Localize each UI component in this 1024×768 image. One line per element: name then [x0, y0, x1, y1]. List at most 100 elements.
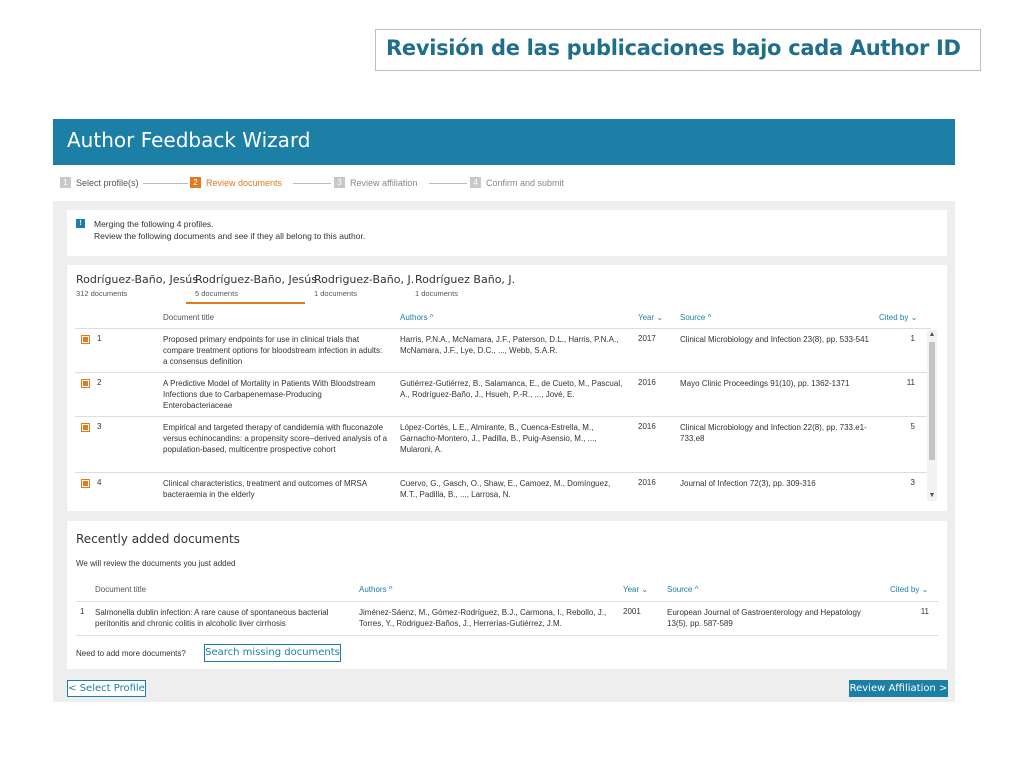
step-number: 3: [334, 177, 345, 188]
slide-title-box: Revisión de las publicaciones bajo cada …: [375, 29, 981, 71]
recent-row-authors: Jiménez-Sáenz, M., Gómez-Rodríguez, B.J.…: [359, 608, 607, 628]
row-title: Clinical characteristics, treatment and …: [163, 479, 367, 499]
recent-row-number: 1: [80, 607, 85, 616]
profile-tab-1[interactable]: Rodríguez-Baño, Jesús 312 documents: [76, 273, 198, 298]
step-label: Review documents: [206, 177, 283, 188]
recent-row-cited: 11: [920, 607, 929, 616]
row-number: 4: [97, 478, 102, 487]
wizard-title: Author Feedback Wizard: [67, 128, 311, 152]
step-number: 2: [190, 177, 201, 188]
step-select-profiles[interactable]: 1 Select profile(s): [60, 177, 139, 188]
step-number: 4: [470, 177, 481, 188]
recent-row-divider: [76, 635, 938, 636]
row-authors: Gutiérrez-Gutiérrez, B., Salamanca, E., …: [400, 379, 623, 399]
profiles-panel: Rodríguez-Baño, Jesús 312 documents Rodr…: [67, 265, 947, 511]
profile-tab-3[interactable]: Rodriguez-Baño, J. 1 documents: [314, 273, 414, 298]
recent-row-year: 2001: [623, 607, 641, 616]
scroll-up-icon[interactable]: ▲: [927, 330, 937, 340]
need-more-text: Need to add more documents?: [76, 649, 186, 658]
profile-doc-count: 1 documents: [314, 289, 357, 298]
row-title: Empirical and targeted therapy of candid…: [163, 423, 388, 454]
profile-name: Rodríguez-Baño, Jesús: [195, 273, 317, 286]
recent-row-source: European Journal of Gastroenterology and…: [667, 608, 861, 628]
scroll-thumb[interactable]: [929, 342, 935, 460]
step-connector: [143, 183, 188, 184]
profile-name: Rodríguez Baño, J.: [415, 273, 516, 286]
info-instructions: Review the following documents and see i…: [94, 231, 366, 241]
row-source: Journal of Infection 72(3), pp. 309-316: [680, 479, 816, 488]
profile-tab-2[interactable]: Rodríguez-Baño, Jesús 5 documents: [195, 273, 317, 298]
info-message: Merging the following 4 profiles.: [94, 219, 214, 229]
row-year: 2017: [638, 334, 656, 343]
table-row: 4 Clinical characteristics, treatment an…: [75, 476, 931, 506]
step-label: Confirm and submit: [486, 177, 565, 188]
slide-title: Revisión de las publicaciones bajo cada …: [386, 36, 961, 60]
step-confirm-submit[interactable]: 4 Confirm and submit: [470, 177, 564, 188]
wizard-steps: 1 Select profile(s) 2 Review documents 3…: [53, 165, 955, 201]
row-title: A Predictive Model of Mortality in Patie…: [163, 379, 376, 410]
row-checkbox[interactable]: [81, 379, 90, 388]
recent-header-divider: [76, 601, 938, 602]
author-feedback-wizard: Author Feedback Wizard 1 Select profile(…: [53, 119, 955, 702]
profile-doc-count: 312 documents: [76, 289, 128, 298]
step-review-affiliation[interactable]: 3 Review affiliation: [334, 177, 417, 188]
table-scrollbar[interactable]: ▲ ▼: [927, 330, 937, 501]
header-divider: [75, 328, 931, 329]
row-source: Clinical Microbiology and Infection 23(8…: [680, 335, 869, 344]
recent-col-source[interactable]: Source ^: [667, 585, 698, 594]
row-authors: Cuervo, G., Gasch, O., Shaw, E., Camoez,…: [400, 479, 611, 499]
row-checkbox[interactable]: [81, 423, 90, 432]
recent-col-authors[interactable]: Authors ^: [359, 585, 393, 594]
recent-row-title: Salmonella dublin infection: A rare caus…: [95, 608, 329, 628]
step-review-documents[interactable]: 2 Review documents: [190, 177, 282, 188]
profile-doc-count: 5 documents: [195, 289, 238, 298]
row-cited: 1: [910, 334, 915, 343]
row-number: 2: [97, 378, 102, 387]
recent-col-title: Document title: [95, 585, 147, 594]
row-cited: 3: [910, 478, 915, 487]
profile-name: Rodriguez-Baño, J.: [314, 273, 415, 286]
profile-doc-count: 1 documents: [415, 289, 458, 298]
row-number: 3: [97, 422, 102, 431]
row-cited: 5: [910, 422, 915, 431]
profile-name: Rodríguez-Baño, Jesús: [76, 273, 198, 286]
col-header-authors[interactable]: Authors ^: [400, 313, 434, 322]
info-box: ! Merging the following 4 profiles. Revi…: [67, 210, 947, 256]
table-row: 3 Empirical and targeted therapy of cand…: [75, 420, 931, 472]
col-header-title: Document title: [163, 313, 215, 322]
recently-added-panel: Recently added documents We will review …: [67, 521, 947, 669]
select-profile-button[interactable]: < Select Profile: [67, 680, 146, 697]
step-number: 1: [60, 177, 71, 188]
review-affiliation-button[interactable]: Review Affiliation >: [849, 680, 948, 697]
row-number: 1: [97, 334, 102, 343]
row-source: Clinical Microbiology and Infection 22(8…: [680, 423, 867, 443]
table-row: 1 Proposed primary endpoints for use in …: [75, 332, 931, 372]
col-header-year[interactable]: Year ⌄: [638, 313, 663, 322]
info-icon: !: [76, 219, 85, 228]
row-divider: [75, 372, 931, 373]
profile-tab-4[interactable]: Rodríguez Baño, J. 1 documents: [415, 273, 515, 298]
wizard-body: ! Merging the following 4 profiles. Revi…: [53, 201, 955, 702]
step-connector: [293, 183, 331, 184]
row-authors: López-Cortés, L.E., Almirante, B., Cuenc…: [400, 423, 597, 454]
wizard-header: Author Feedback Wizard: [53, 119, 955, 165]
scroll-down-icon[interactable]: ▼: [927, 491, 937, 501]
recent-subtitle: We will review the documents you just ad…: [76, 559, 236, 568]
row-source: Mayo Clinic Proceedings 91(10), pp. 1362…: [680, 379, 850, 388]
row-checkbox[interactable]: [81, 479, 90, 488]
recent-title: Recently added documents: [76, 532, 240, 546]
search-missing-documents-button[interactable]: Search missing documents: [204, 644, 341, 662]
row-divider: [75, 416, 931, 417]
row-cited: 11: [906, 378, 915, 387]
recent-col-cited[interactable]: Cited by ⌄: [890, 585, 928, 594]
table-row: 2 A Predictive Model of Mortality in Pat…: [75, 376, 931, 416]
row-year: 2016: [638, 422, 656, 431]
col-header-source[interactable]: Source ^: [680, 313, 711, 322]
row-checkbox[interactable]: [81, 335, 90, 344]
step-label: Select profile(s): [76, 177, 139, 188]
row-title: Proposed primary endpoints for use in cl…: [163, 335, 383, 366]
row-divider: [75, 472, 931, 473]
col-header-cited[interactable]: Cited by ⌄: [879, 313, 917, 322]
step-label: Review affiliation: [350, 177, 418, 188]
recent-col-year[interactable]: Year ⌄: [623, 585, 648, 594]
